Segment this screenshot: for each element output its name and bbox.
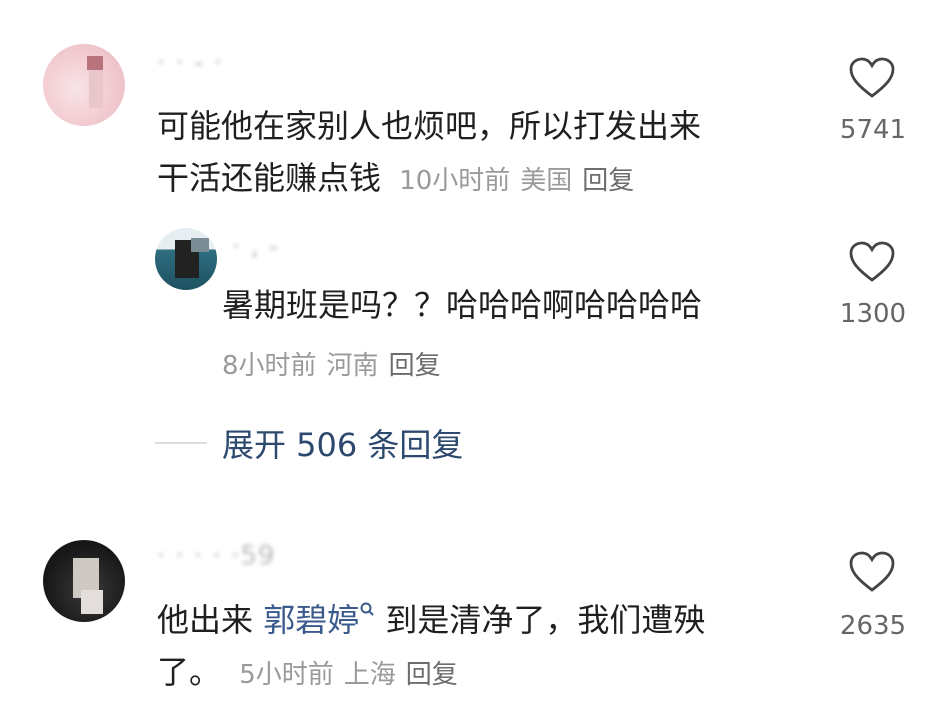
comment-text-line: 干活还能赚点钱 10小时前 美国 回复 bbox=[157, 152, 817, 207]
reply-button[interactable]: 回复 bbox=[406, 660, 458, 690]
comment-text-part: 干活还能赚点钱 bbox=[157, 159, 382, 197]
comment-location: 河南 bbox=[326, 351, 379, 381]
mention-text: 郭碧婷 bbox=[263, 601, 360, 639]
avatar-blur bbox=[87, 56, 103, 70]
comment-meta: 8小时前 河南 回复 bbox=[222, 345, 441, 382]
comment-text-part: 他出来 bbox=[157, 601, 254, 639]
like-count: 5741 bbox=[839, 115, 907, 145]
mention-link[interactable]: 郭碧婷 bbox=[263, 601, 375, 639]
comment-meta: 10小时前 美国 回复 bbox=[399, 166, 634, 196]
search-mini-icon bbox=[360, 602, 374, 617]
username[interactable]: · · · · ·59 bbox=[157, 541, 275, 571]
avatar[interactable] bbox=[43, 540, 125, 622]
comment-text: 可能他在家别人也烦吧，所以打发出来 干活还能赚点钱 10小时前 美国 回复 bbox=[157, 100, 817, 207]
expand-replies-button[interactable]: 展开 506 条回复 bbox=[222, 420, 463, 466]
comment-text-line: 可能他在家别人也烦吧，所以打发出来 bbox=[157, 107, 702, 145]
username[interactable]: · , - bbox=[232, 232, 279, 262]
avatar[interactable] bbox=[155, 228, 217, 290]
reply-button[interactable]: 回复 bbox=[582, 166, 634, 196]
comment-location: 美国 bbox=[520, 166, 573, 196]
comment-time: 8小时前 bbox=[222, 351, 317, 381]
comment-meta: 5小时前 上海 回复 bbox=[239, 660, 458, 690]
like-count: 1300 bbox=[839, 299, 907, 329]
comment-location: 上海 bbox=[343, 660, 396, 690]
comment-text-line: 了。 5小时前 上海 回复 bbox=[157, 646, 817, 701]
heart-outline-icon[interactable] bbox=[848, 56, 896, 100]
avatar-blur bbox=[81, 590, 103, 614]
comment-time: 10小时前 bbox=[399, 166, 511, 196]
comment-text: 他出来 郭碧婷 到是清净了，我们遭殃 了。 5小时前 上海 回复 bbox=[157, 594, 817, 701]
divider bbox=[155, 442, 207, 444]
heart-outline-icon[interactable] bbox=[848, 550, 896, 594]
reply-button[interactable]: 回复 bbox=[389, 351, 441, 381]
avatar[interactable] bbox=[43, 44, 125, 126]
username[interactable]: · · - · bbox=[157, 48, 223, 78]
avatar-blur bbox=[191, 238, 209, 252]
comment-text-part: 到是清净了，我们遭殃 bbox=[385, 601, 706, 639]
comment-text: 暑期班是吗？？哈哈哈啊哈哈哈哈 bbox=[222, 286, 703, 324]
comment-text-part: 了。 bbox=[157, 653, 222, 691]
comment-text-line: 他出来 郭碧婷 到是清净了，我们遭殃 bbox=[157, 594, 817, 646]
comment-time: 5小时前 bbox=[239, 660, 334, 690]
like-count: 2635 bbox=[839, 611, 907, 641]
heart-outline-icon[interactable] bbox=[848, 240, 896, 284]
